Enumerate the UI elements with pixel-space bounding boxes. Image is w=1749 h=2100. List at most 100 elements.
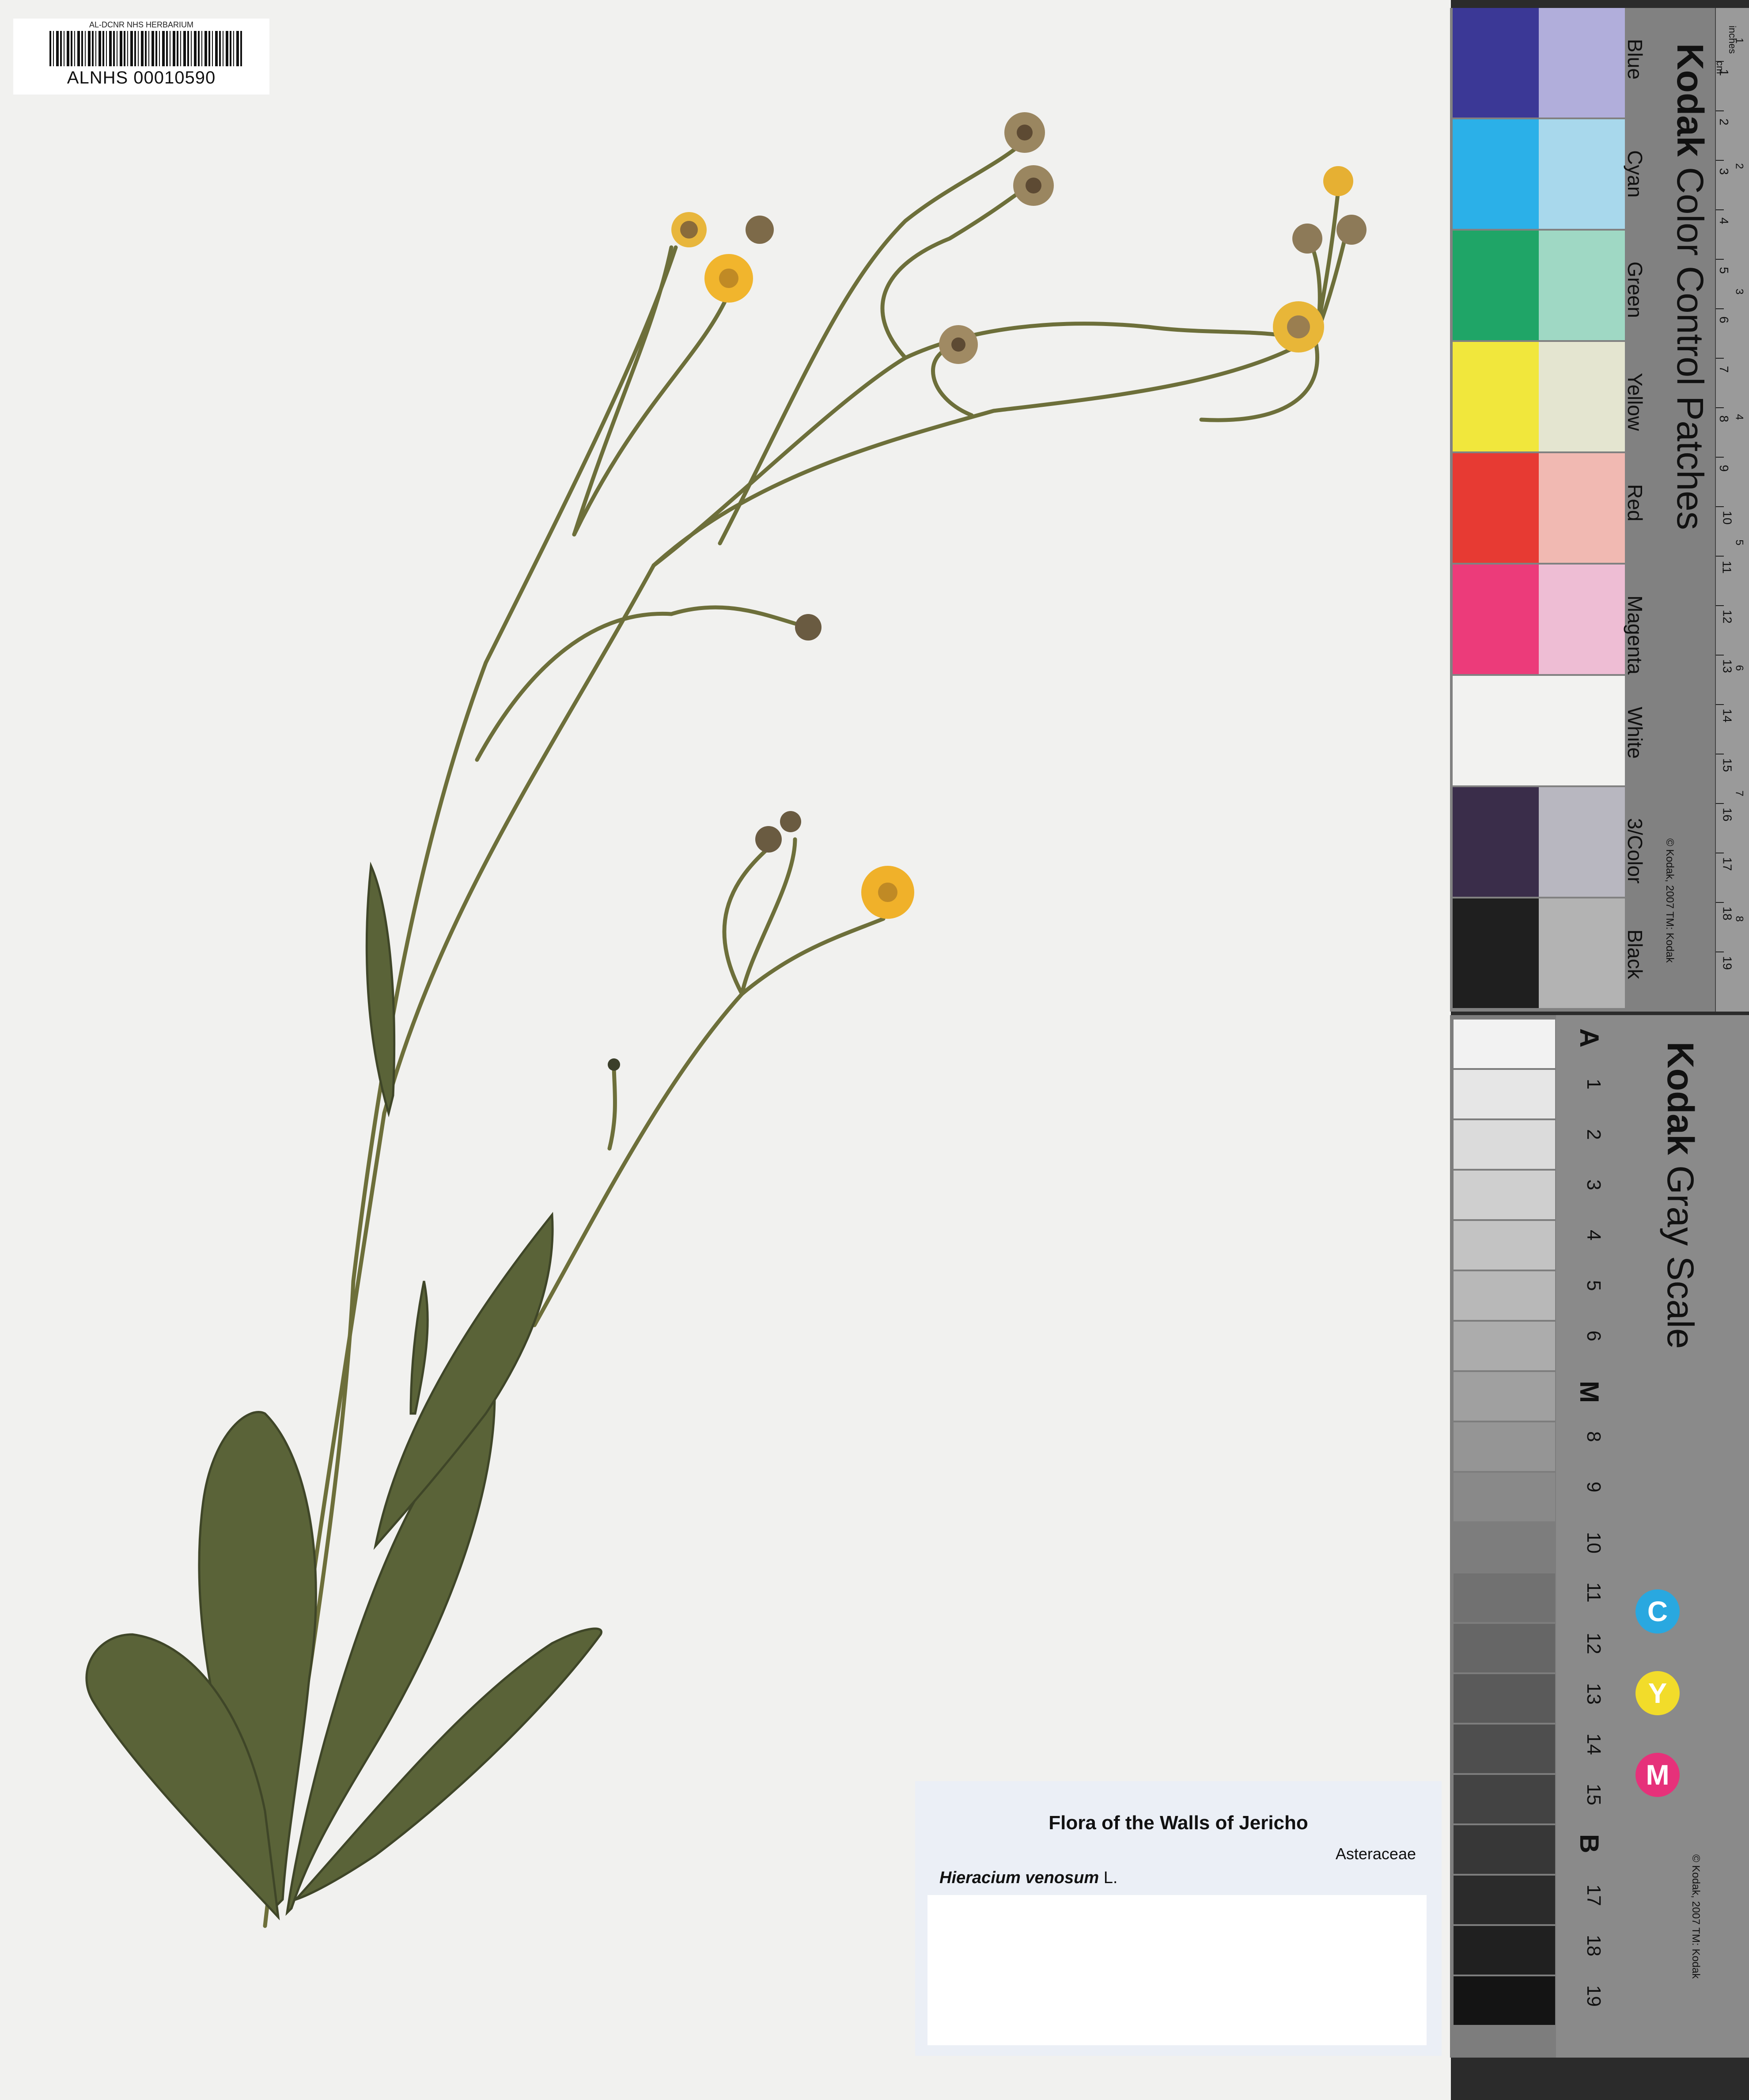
ruler-cm-number: 18 xyxy=(1720,906,1734,921)
label-species: Hieracium venosum L. xyxy=(939,1869,1117,1888)
patch-name: 3/Color xyxy=(1624,818,1647,884)
ruler-tick xyxy=(1716,803,1724,804)
gray-card-side: Kodak Gray Scale © Kodak, 2007 TM: Kodak… xyxy=(1556,1015,1749,2058)
patch-name: Green xyxy=(1624,262,1647,318)
ruler-inch-number: 6 xyxy=(1733,665,1745,671)
ruler-cm-number: 17 xyxy=(1720,857,1734,871)
ruler-tick xyxy=(1716,358,1724,359)
cym-dot: M xyxy=(1635,1753,1680,1797)
stem xyxy=(263,334,1318,1928)
ruler-tick xyxy=(1716,605,1724,606)
flower-bud xyxy=(608,1058,620,1071)
gray-step-label: 13 xyxy=(1583,1683,1605,1705)
ruler-inch-number: 8 xyxy=(1733,916,1745,922)
flower-head xyxy=(861,866,914,919)
flower-head xyxy=(704,254,753,303)
gray-step xyxy=(1454,1473,1555,1521)
stem xyxy=(532,917,886,1327)
gray-step xyxy=(1454,1674,1555,1723)
color-card-copyright: © Kodak, 2007 TM: Kodak xyxy=(1664,838,1676,963)
gray-step-label: 12 xyxy=(1583,1633,1605,1654)
gray-step-label: B xyxy=(1575,1834,1604,1854)
ruler-cm-number: 9 xyxy=(1717,465,1731,472)
flower-head xyxy=(1292,224,1322,254)
flower-head xyxy=(1004,112,1045,153)
cym-dot: C xyxy=(1635,1589,1680,1634)
gray-step xyxy=(1454,1171,1555,1219)
stem xyxy=(669,605,810,629)
gray-step xyxy=(1454,1876,1555,1924)
gray-step-label: 17 xyxy=(1583,1884,1605,1906)
patch-name: Yellow xyxy=(1624,373,1647,431)
ruler-tick xyxy=(1716,61,1724,62)
ruler-cm-number: 19 xyxy=(1720,956,1734,970)
gray-step xyxy=(1454,1120,1555,1169)
ruler-cm-number: 14 xyxy=(1720,709,1734,723)
gray-step xyxy=(1454,1825,1555,1874)
ruler-cm-number: 3 xyxy=(1717,168,1731,175)
color-patch xyxy=(1539,453,1625,563)
color-patch xyxy=(1453,342,1539,451)
gray-step-label: 19 xyxy=(1583,1985,1605,2007)
ruler-cm-number: 1 xyxy=(1717,69,1731,76)
ruler-tick xyxy=(1716,209,1724,210)
flower-head xyxy=(939,325,978,364)
stem xyxy=(740,837,797,996)
ruler-cm-number: 16 xyxy=(1720,807,1734,822)
color-patch xyxy=(1539,8,1625,118)
color-patch xyxy=(1539,676,1625,785)
flower-head xyxy=(795,614,822,641)
ruler-inch-number: 1 xyxy=(1733,38,1745,44)
color-patch xyxy=(1453,898,1539,1008)
gray-step xyxy=(1454,1070,1555,1118)
flower-head xyxy=(1273,301,1324,353)
flower-head xyxy=(746,216,774,244)
ruler-inch-number: 7 xyxy=(1733,790,1745,796)
ruler-cm-number: 12 xyxy=(1720,610,1734,624)
flower-head xyxy=(671,212,707,247)
stem xyxy=(572,281,735,537)
color-card-text: Kodak Color Control Patches Blue Cyan Gree… xyxy=(1624,8,1713,1012)
ruler-tick xyxy=(1716,655,1724,656)
ruler-tick xyxy=(1716,110,1724,111)
gray-step-label: 9 xyxy=(1583,1482,1605,1493)
flower-head xyxy=(1013,165,1054,206)
gray-step xyxy=(1454,1523,1555,1572)
cym-dot: Y xyxy=(1635,1671,1680,1715)
gray-card-copyright: © Kodak, 2007 TM: Kodak xyxy=(1690,1854,1702,1979)
gray-step-label: 11 xyxy=(1583,1582,1605,1603)
ruler-cm-number: 2 xyxy=(1717,118,1731,125)
gray-step-label: 4 xyxy=(1583,1230,1605,1241)
color-patch xyxy=(1453,565,1539,674)
ruler-cm-number: 4 xyxy=(1717,217,1731,224)
flower-head xyxy=(1336,215,1367,245)
ruler-cm-number: 15 xyxy=(1720,758,1734,772)
ruler-cm-number: 6 xyxy=(1717,316,1731,323)
color-patch xyxy=(1453,676,1539,785)
flower-head xyxy=(780,811,801,832)
ruler-cm-number: 13 xyxy=(1720,659,1734,673)
gray-step xyxy=(1454,1775,1555,1823)
color-patch xyxy=(1453,119,1539,229)
ruler-cm-number: 7 xyxy=(1717,366,1731,373)
stem xyxy=(1199,342,1319,422)
color-patch xyxy=(1539,342,1625,451)
gray-step xyxy=(1454,1322,1555,1370)
gray-step-label: M xyxy=(1575,1381,1604,1403)
color-patch xyxy=(1539,898,1625,1008)
color-control-card: Kodak Color Control Patches Blue Cyan Gree… xyxy=(1450,8,1749,1012)
ruler-tick xyxy=(1716,457,1724,458)
gray-step xyxy=(1454,1221,1555,1270)
gray-step xyxy=(1454,1020,1555,1068)
ruler-inch-number: 5 xyxy=(1733,539,1745,546)
gray-step-label: 5 xyxy=(1583,1280,1605,1291)
flower-head xyxy=(1323,166,1353,196)
gray-step xyxy=(1454,1725,1555,1773)
gray-step xyxy=(1454,1976,1555,2025)
gray-step-label: 3 xyxy=(1583,1179,1605,1190)
ruler-tick xyxy=(1716,259,1724,260)
gray-step-label: 6 xyxy=(1583,1331,1605,1342)
stem xyxy=(572,245,674,537)
ruler-tick xyxy=(1716,951,1724,952)
specimen-label: Flora of the Walls of Jericho Asteraceae… xyxy=(915,1781,1442,2056)
